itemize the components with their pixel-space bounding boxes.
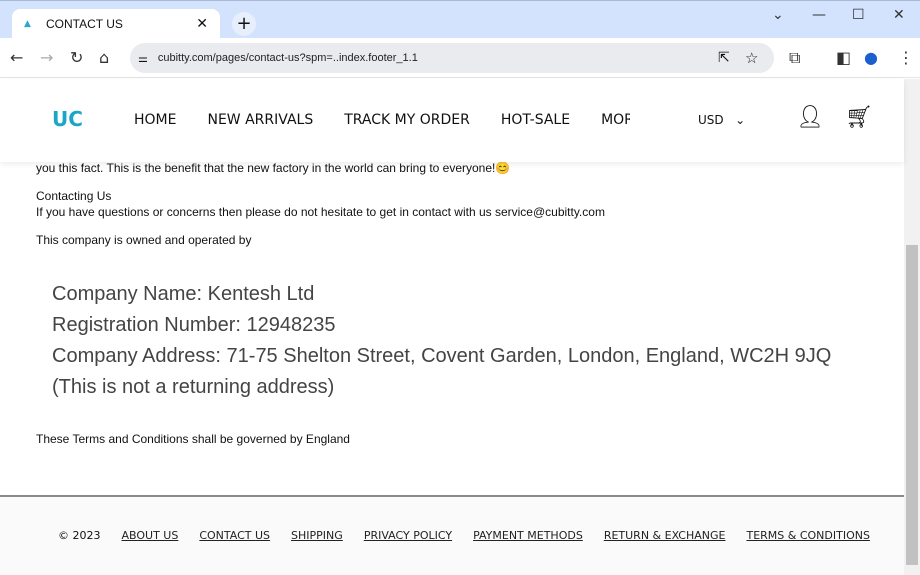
nav-home[interactable]: HOME [134,112,176,128]
close-window-button[interactable]: ✕ [893,7,905,23]
reload-icon[interactable]: ↻ [70,48,83,67]
maximize-button[interactable]: ☐ [852,7,865,23]
share-icon[interactable]: ⇱ [718,50,730,66]
bookmark-star-icon[interactable]: ☆ [745,49,758,67]
menu-icon[interactable]: ⋮ [898,48,914,67]
governing-law-text: These Terms and Conditions shall be gove… [36,432,350,446]
nav-more-links[interactable]: MORE LIN [601,112,630,128]
favicon-icon: ▲ [24,19,31,29]
registration-number: Registration Number: 12948235 [52,314,336,336]
back-icon[interactable]: ← [10,48,23,67]
minimize-button[interactable]: — [812,7,826,23]
extensions-icon[interactable]: ⧉ [789,48,800,68]
address-note: (This is not a returning address) [52,376,335,398]
home-icon[interactable]: ⌂ [99,48,109,67]
tab-search-icon[interactable]: ⌄ [772,7,784,23]
browser-toolbar: ← → ↻ ⌂ ⚌ cubitty.com/pages/contact-us?s… [0,38,920,78]
currency-value: USD [698,113,724,127]
footer-payment-methods[interactable]: PAYMENT METHODS [473,529,583,542]
scrollbar[interactable] [904,79,920,575]
profile-icon[interactable]: ● [864,48,878,67]
forward-icon[interactable]: → [40,48,53,67]
new-tab-button[interactable]: + [232,12,256,36]
site-logo[interactable]: UC [52,107,83,131]
tab-contact-us[interactable]: ▲ CONTACT US ✕ [12,9,220,39]
nav-track-my-order[interactable]: TRACK MY ORDER [344,112,470,128]
close-tab-icon[interactable]: ✕ [196,16,208,32]
site-info-icon[interactable]: ⚌ [138,52,148,65]
site-header: UC HOME NEW ARRIVALS TRACK MY ORDER HOT-… [0,79,904,162]
scrollbar-thumb[interactable] [906,245,918,565]
footer-contact-us[interactable]: CONTACT US [199,529,270,542]
nav-hot-sale[interactable]: HOT-SALE [501,112,570,128]
copyright: © 2023 [58,529,101,542]
chevron-down-icon: ⌄ [735,113,746,127]
cart-icon[interactable]: 🛒︎ [845,105,873,130]
footer-about-us[interactable]: ABOUT US [122,529,179,542]
site-footer: © 2023 ABOUT US CONTACT US SHIPPING PRIV… [0,495,904,575]
address-bar[interactable]: ⚌ cubitty.com/pages/contact-us?spm=..ind… [130,43,774,73]
side-panel-icon[interactable]: ◧ [836,48,851,67]
company-address: Company Address: 71-75 Shelton Street, C… [52,345,832,367]
owned-by-text: This company is owned and operated by [36,233,252,247]
currency-selector[interactable]: USD ⌄ [698,113,745,127]
company-name: Company Name: Kentesh Ltd [52,283,315,305]
contact-text: If you have questions or concerns then p… [36,205,605,219]
footer-terms-conditions[interactable]: TERMS & CONDITIONS [746,529,869,542]
nav-new-arrivals[interactable]: NEW ARRIVALS [207,112,313,128]
tab-strip: ▲ CONTACT US ✕ + ⌄ — ☐ ✕ [0,0,920,39]
intro-text: you this fact. This is the benefit that … [36,161,511,175]
footer-privacy-policy[interactable]: PRIVACY POLICY [364,529,452,542]
main-nav: HOME NEW ARRIVALS TRACK MY ORDER HOT-SAL… [134,112,630,128]
contact-heading: Contacting Us [36,189,112,203]
account-icon[interactable]: 👤︎ [796,105,824,130]
tab-title: CONTACT US [46,17,123,31]
footer-return-exchange[interactable]: RETURN & EXCHANGE [604,529,726,542]
footer-shipping[interactable]: SHIPPING [291,529,343,542]
url-text[interactable]: cubitty.com/pages/contact-us?spm=..index… [158,52,418,64]
